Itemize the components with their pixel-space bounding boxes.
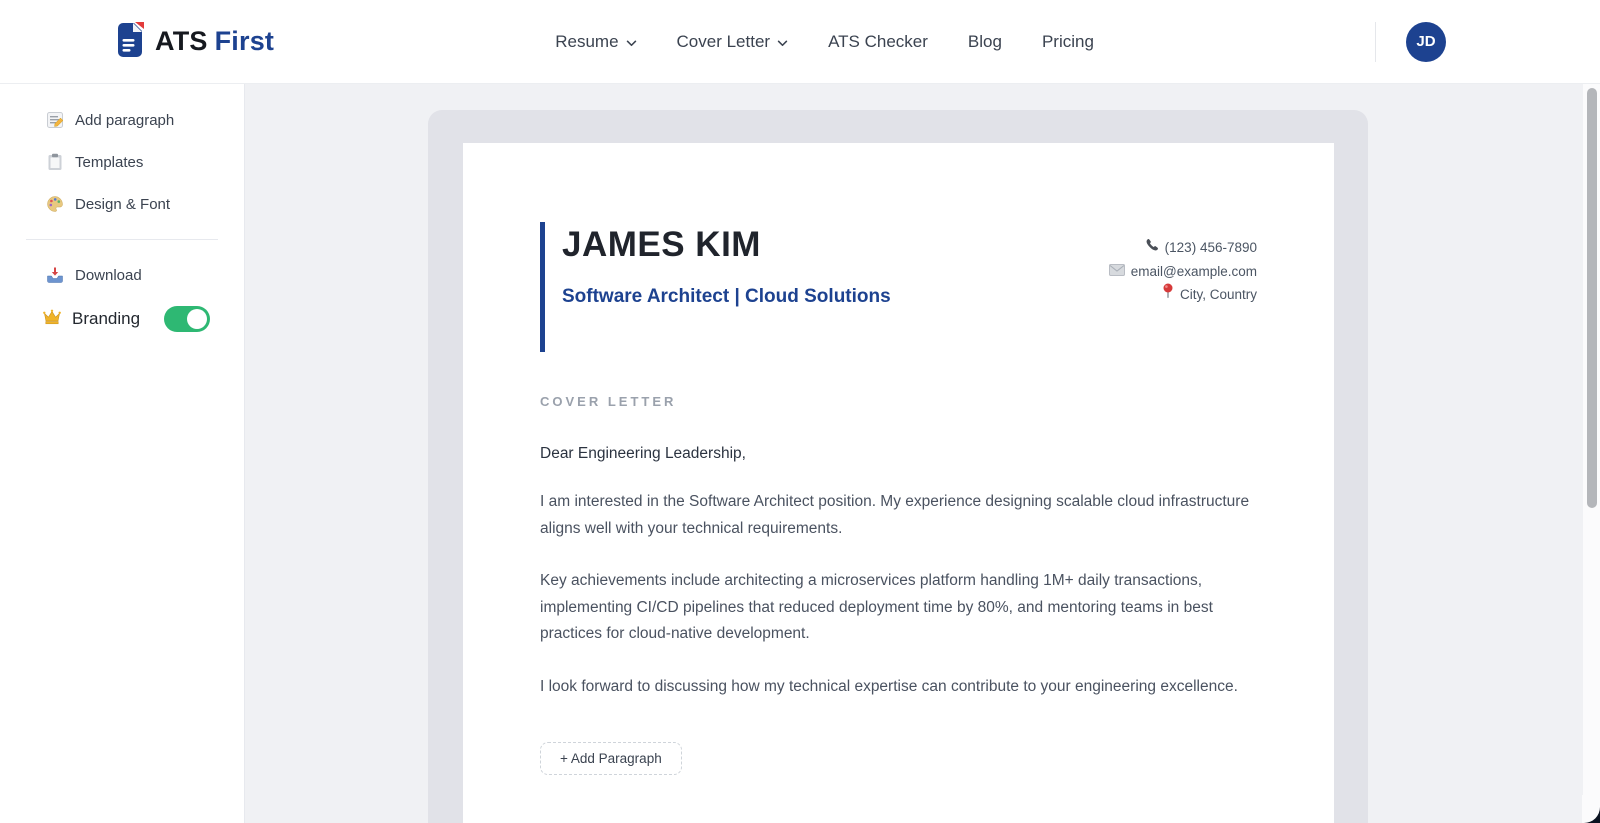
sidebar-item-download[interactable]: Download (0, 254, 244, 296)
nav-item-ats-checker[interactable]: ATS Checker (828, 32, 928, 52)
header-right: JD (1375, 22, 1446, 62)
nav-item-pricing[interactable]: Pricing (1042, 32, 1094, 52)
memo-icon (45, 111, 65, 129)
contact-phone-value: (123) 456-7890 (1165, 236, 1257, 260)
logo-text-secondary: First (215, 26, 275, 56)
logo-document-icon (115, 21, 145, 63)
nav-item-label: Resume (555, 32, 618, 52)
nav-item-blog[interactable]: Blog (968, 32, 1002, 52)
contact-email-value: email@example.com (1131, 260, 1257, 284)
scrollbar-thumb[interactable] (1587, 88, 1597, 508)
app-root: ATSFirst Resume Cover Letter ATS Checker… (0, 0, 1600, 823)
document-card: JAMES KIM Software Architect | Cloud Sol… (428, 110, 1368, 823)
nav-item-label: Blog (968, 32, 1002, 52)
nav-item-cover-letter[interactable]: Cover Letter (677, 32, 789, 52)
nav-item-label: Cover Letter (677, 32, 771, 52)
sidebar-item-add-paragraph[interactable]: Add paragraph (0, 99, 244, 141)
top-nav-bar: ATSFirst Resume Cover Letter ATS Checker… (0, 0, 1600, 84)
nav-item-label: ATS Checker (828, 32, 928, 52)
contact-email[interactable]: email@example.com (1109, 260, 1257, 284)
sidebar-item-label: Add paragraph (75, 112, 174, 129)
candidate-title[interactable]: Software Architect | Cloud Solutions (562, 286, 891, 308)
user-avatar[interactable]: JD (1406, 22, 1446, 62)
chevron-down-icon (626, 32, 637, 52)
sidebar-item-label: Download (75, 267, 142, 284)
sidebar-divider (26, 239, 218, 240)
contact-block: (123) 456-7890 email@example.com (1109, 236, 1257, 352)
clipboard-icon (45, 153, 65, 171)
sidebar-item-templates[interactable]: Templates (0, 141, 244, 183)
add-paragraph-button[interactable]: + Add Paragraph (540, 742, 682, 775)
branding-toggle[interactable] (164, 306, 210, 332)
cover-letter-page[interactable]: JAMES KIM Software Architect | Cloud Sol… (463, 143, 1334, 823)
contact-phone[interactable]: (123) 456-7890 (1109, 236, 1257, 260)
contact-location-value: City, Country (1180, 283, 1257, 307)
identity-block: JAMES KIM Software Architect | Cloud Sol… (540, 222, 891, 352)
toggle-knob (187, 309, 207, 329)
paragraph-3[interactable]: I look forward to discussing how my tech… (540, 674, 1257, 701)
nav-item-resume[interactable]: Resume (555, 32, 636, 52)
contact-location[interactable]: City, Country (1109, 283, 1257, 307)
section-heading: COVER LETTER (540, 394, 1257, 409)
chevron-down-icon (777, 32, 788, 52)
download-icon (45, 266, 65, 284)
logo-text: ATSFirst (155, 26, 274, 57)
content-area: Add paragraph Templates (0, 84, 1600, 823)
palette-icon (45, 195, 65, 213)
logo[interactable]: ATSFirst (115, 21, 274, 63)
vertical-scrollbar (1583, 84, 1600, 823)
main-nav: Resume Cover Letter ATS Checker Blog Pri… (274, 32, 1375, 52)
paragraph-2[interactable]: Key achievements include architecting a … (540, 568, 1257, 648)
editor-workspace: JAMES KIM Software Architect | Cloud Sol… (245, 84, 1600, 823)
location-pin-icon (1162, 283, 1174, 307)
phone-icon (1145, 236, 1159, 260)
logo-text-primary: ATS (155, 26, 208, 56)
greeting-line[interactable]: Dear Engineering Leadership, (540, 445, 1257, 463)
crown-icon (42, 308, 62, 331)
branding-label: Branding (72, 309, 140, 329)
nav-item-label: Pricing (1042, 32, 1094, 52)
document-header: JAMES KIM Software Architect | Cloud Sol… (540, 222, 1257, 352)
sidebar-item-branding: Branding (0, 296, 244, 342)
mail-icon (1109, 260, 1125, 284)
sidebar-item-design-font[interactable]: Design & Font (0, 183, 244, 225)
sidebar: Add paragraph Templates (0, 84, 245, 823)
sidebar-item-label: Templates (75, 154, 143, 171)
candidate-name[interactable]: JAMES KIM (562, 224, 891, 266)
sidebar-item-label: Design & Font (75, 196, 170, 213)
header-divider (1375, 22, 1376, 62)
paragraph-1[interactable]: I am interested in the Software Architec… (540, 489, 1257, 542)
